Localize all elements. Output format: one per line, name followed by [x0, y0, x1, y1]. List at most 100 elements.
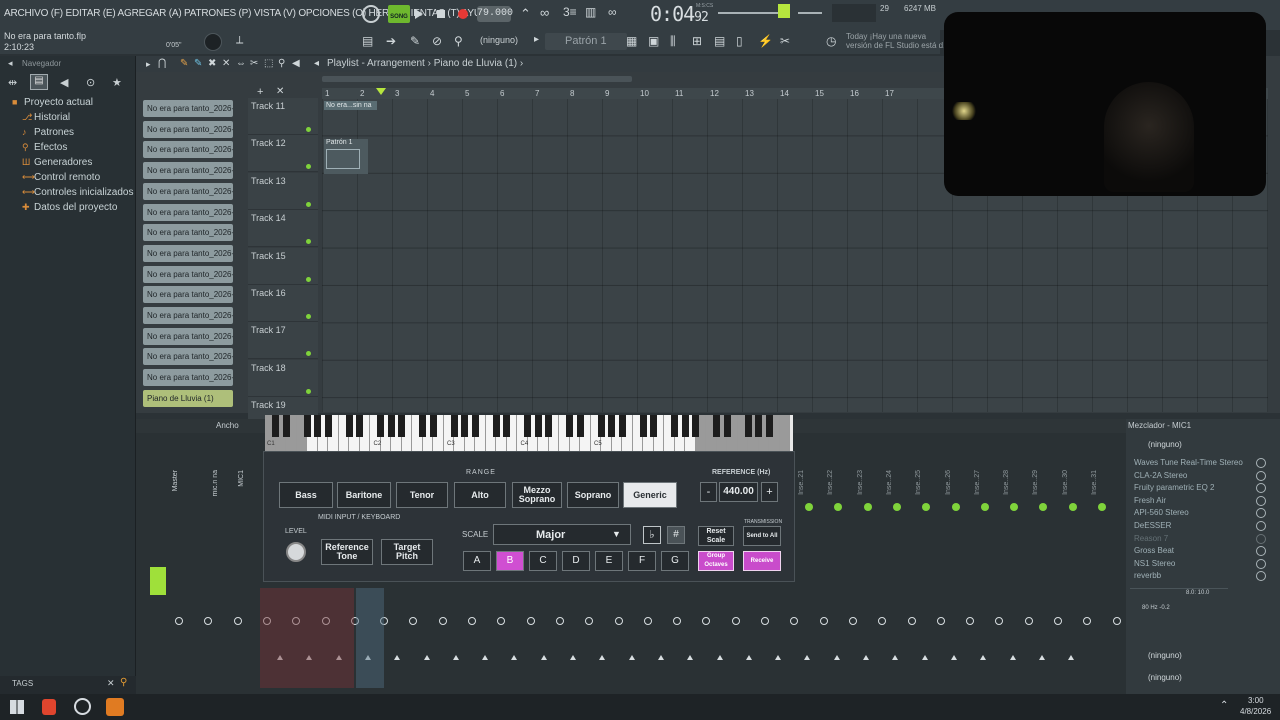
plugin-picker-icon[interactable]: ⊞: [692, 34, 702, 48]
mixer-insert-label[interactable]: Inse..22: [827, 470, 834, 495]
browser-back-icon[interactable]: ⇹: [8, 76, 17, 89]
browser-menu-icon[interactable]: ◂: [8, 58, 13, 69]
black-key[interactable]: [744, 415, 752, 437]
note-button[interactable]: F: [628, 551, 656, 571]
black-key[interactable]: [377, 415, 384, 437]
tags-search-icon[interactable]: ⚲: [120, 677, 127, 688]
mixer-insert-label[interactable]: Inse..27: [974, 470, 981, 495]
song-mode-toggle[interactable]: SONG: [388, 5, 410, 23]
send-knob[interactable]: [936, 617, 945, 625]
black-key[interactable]: [450, 415, 458, 437]
black-key[interactable]: [713, 415, 720, 437]
route-arrow-icon[interactable]: [570, 655, 576, 660]
range-button[interactable]: Soprano: [567, 482, 619, 508]
obs-icon[interactable]: [74, 698, 91, 715]
black-key[interactable]: [534, 415, 542, 437]
track-enable-led[interactable]: [306, 351, 311, 357]
pattern-list-item[interactable]: No era para tanto_2026-...: [143, 244, 233, 262]
windows-start-icon[interactable]: [10, 700, 24, 714]
target-pitch-button[interactable]: Target Pitch: [381, 539, 433, 565]
playback-icon[interactable]: ◀: [292, 58, 300, 69]
route-arrow-icon[interactable]: [833, 655, 840, 660]
mixer-insert-label[interactable]: Inse..28: [1003, 470, 1010, 495]
step-edit-icon[interactable]: ▥: [585, 5, 596, 19]
black-key[interactable]: [272, 415, 279, 437]
send-knob[interactable]: [614, 617, 623, 625]
browser-star-icon[interactable]: ★: [112, 76, 122, 89]
add-track-icon[interactable]: +: [257, 86, 263, 98]
black-key[interactable]: [387, 415, 395, 437]
master-volume-slider[interactable]: [718, 12, 778, 14]
reference-tone-button[interactable]: Reference Tone: [321, 539, 373, 565]
black-key[interactable]: [692, 415, 699, 437]
track-header[interactable]: Track 11: [248, 98, 318, 135]
black-key[interactable]: [618, 415, 626, 437]
master-pitch-slider[interactable]: [798, 12, 822, 14]
route-arrow-icon[interactable]: [863, 655, 869, 660]
send-knob[interactable]: [731, 617, 740, 625]
mixer-effect-slot[interactable]: Gross Beat: [1134, 546, 1266, 557]
group-octaves-button[interactable]: Group Octaves: [698, 551, 734, 571]
plug-icon[interactable]: ⚡: [758, 34, 773, 48]
slip-icon[interactable]: ⇔: [236, 58, 246, 69]
pattern-select-icon[interactable]: ▸: [534, 34, 539, 45]
route-arrow-icon[interactable]: [687, 655, 694, 660]
mixer-strip-label[interactable]: Master: [172, 470, 179, 491]
countdown-icon[interactable]: 3≡: [563, 5, 577, 19]
pattern-picker[interactable]: Patrón 1: [545, 33, 627, 50]
mixer-effect-slot[interactable]: Fruity parametric EQ 2: [1134, 483, 1266, 494]
route-arrow-icon[interactable]: [423, 655, 430, 660]
piano-roll-toolbar-icon[interactable]: ▤: [362, 34, 373, 48]
send-to-all-button[interactable]: Send to All: [743, 526, 781, 546]
track-header[interactable]: Track 14: [248, 210, 318, 248]
route-arrow-icon[interactable]: [950, 655, 957, 660]
track-enable-led[interactable]: [306, 388, 311, 394]
mixer-effect-slot[interactable]: reverbb: [1134, 571, 1266, 582]
playlist-arrow-icon[interactable]: ◂: [314, 58, 319, 69]
channel-rack-icon[interactable]: ▣: [648, 34, 659, 48]
black-key[interactable]: [429, 415, 437, 437]
black-key[interactable]: [314, 415, 321, 437]
track-header[interactable]: Track 12: [248, 135, 318, 173]
effect-enable-icon[interactable]: [1256, 458, 1266, 468]
send-knob[interactable]: [848, 617, 857, 625]
send-knob[interactable]: [468, 617, 476, 625]
black-key[interactable]: [471, 415, 479, 437]
range-button[interactable]: Mezzo Soprano: [512, 482, 562, 508]
black-key[interactable]: [324, 415, 332, 437]
note-button[interactable]: E: [595, 551, 623, 571]
black-key[interactable]: [671, 415, 678, 437]
pitch-keyboard[interactable]: C1 C2 C3 C4 C5: [265, 415, 793, 451]
black-key[interactable]: [282, 415, 290, 437]
route-arrow-icon[interactable]: [1068, 655, 1075, 660]
browser-files-icon[interactable]: ▤: [30, 74, 48, 90]
browser-speaker-icon[interactable]: ◀: [60, 76, 68, 89]
black-key[interactable]: [608, 415, 615, 437]
pattern-list-item[interactable]: No era para tanto_2026-...: [143, 369, 233, 387]
track-header[interactable]: Track 16: [248, 285, 318, 322]
range-button[interactable]: Generic: [623, 482, 677, 508]
effect-enable-icon[interactable]: [1256, 558, 1266, 569]
pattern-list-item[interactable]: No era para tanto_2026-...: [143, 162, 233, 180]
pattern-list-item[interactable]: No era para tanto_2026-...: [143, 120, 233, 138]
arrow-right-icon[interactable]: ➔: [386, 34, 396, 48]
mixer-effect-slot[interactable]: Waves Tune Real-Time Stereo: [1134, 458, 1266, 468]
route-arrow-icon[interactable]: [804, 655, 811, 660]
insert-enable-led[interactable]: [980, 503, 989, 511]
receive-button[interactable]: Receive: [743, 551, 781, 571]
pattern-list-item[interactable]: No era para tanto_2026-...: [143, 348, 233, 366]
brush-icon[interactable]: ✎: [194, 58, 202, 69]
send-knob[interactable]: [1054, 617, 1062, 625]
range-button[interactable]: Baritone: [337, 482, 391, 508]
black-key[interactable]: [545, 415, 552, 437]
select-icon[interactable]: ⬚: [264, 58, 273, 69]
wait-icon[interactable]: ∞: [540, 5, 549, 20]
track-enable-led[interactable]: [306, 314, 311, 319]
reference-value[interactable]: 440.00: [719, 482, 758, 502]
pattern-list-item[interactable]: No era para tanto_2026-...: [143, 182, 233, 200]
scale-dropdown[interactable]: Major ▼: [493, 524, 631, 545]
black-key[interactable]: [492, 415, 500, 437]
pitch-icon[interactable]: ⟂: [236, 34, 243, 47]
black-key[interactable]: [398, 415, 405, 437]
note-button[interactable]: B: [496, 551, 524, 571]
